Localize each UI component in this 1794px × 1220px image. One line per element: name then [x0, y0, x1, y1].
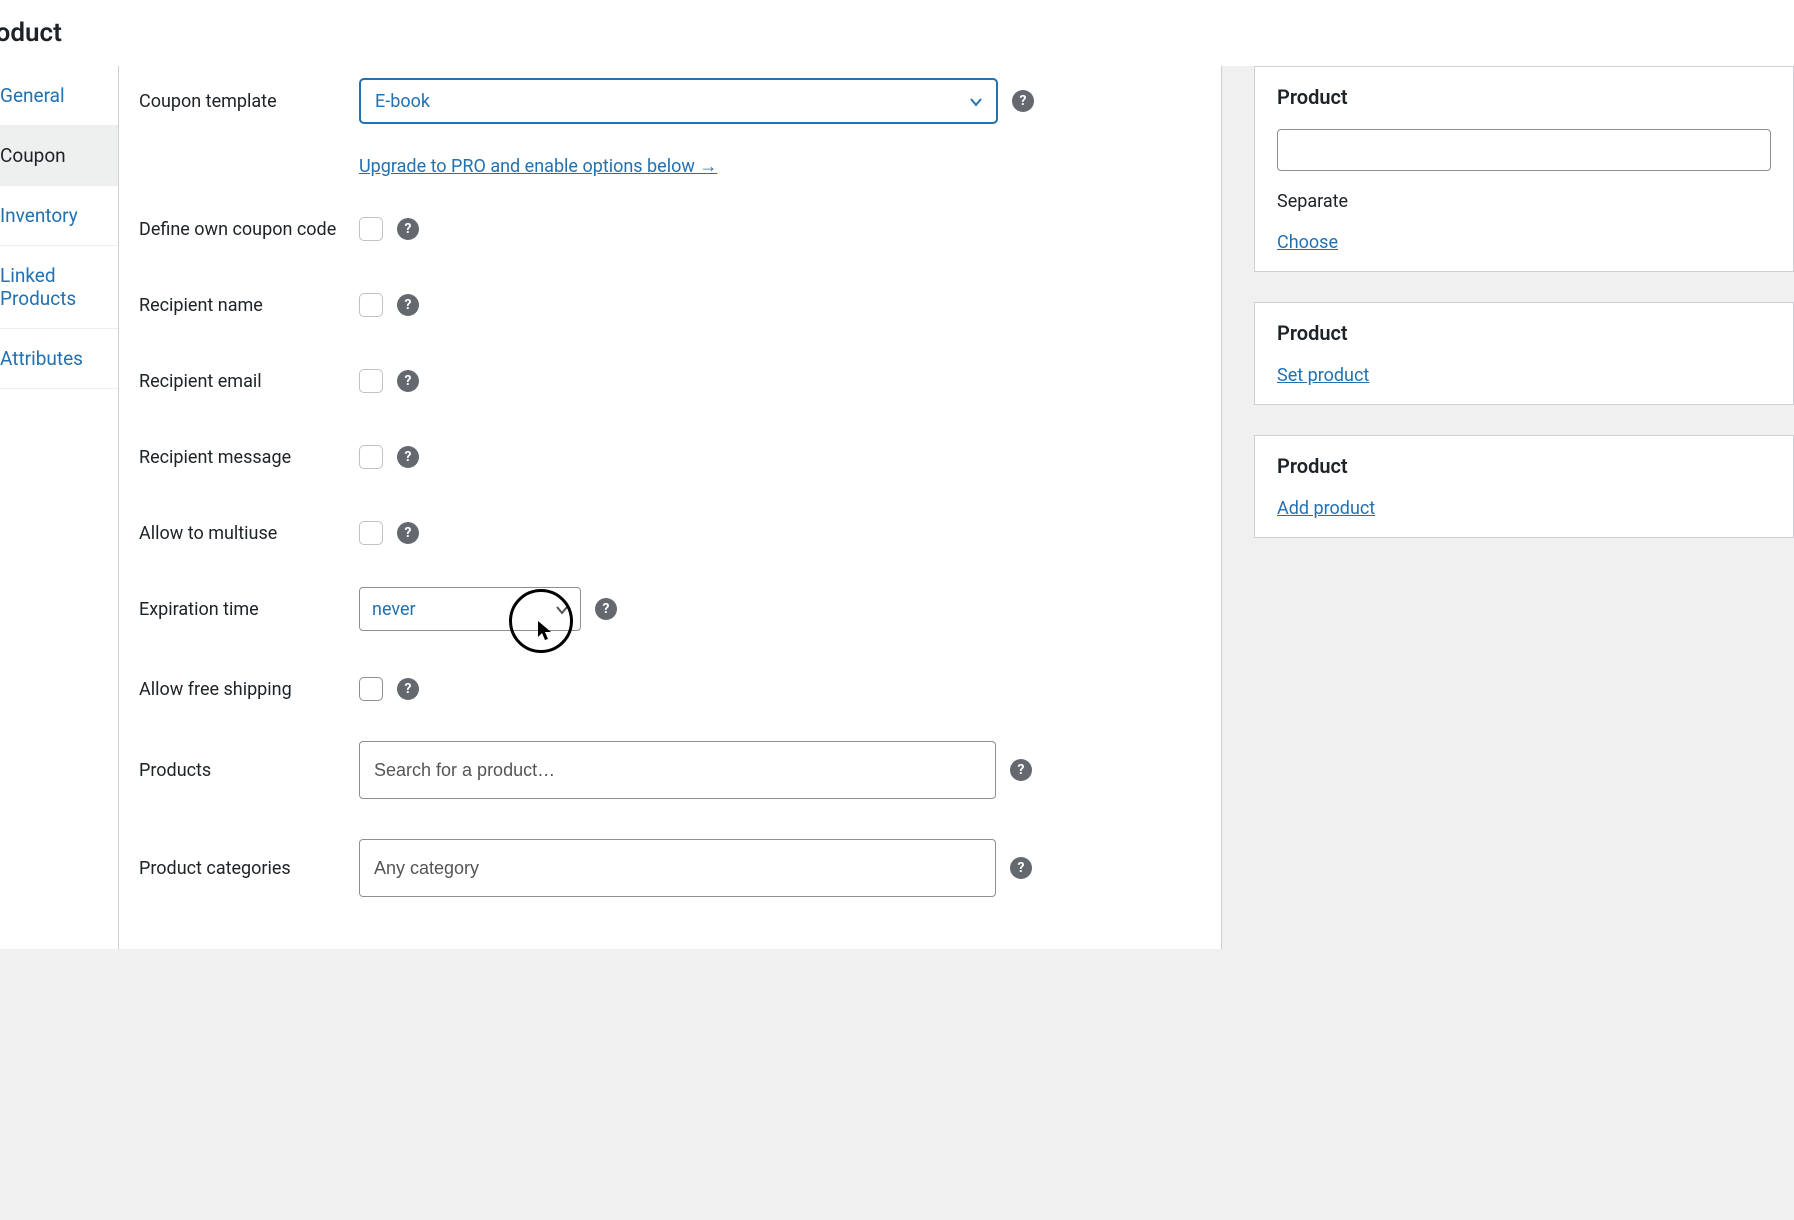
chevron-down-icon	[554, 602, 568, 616]
sidebar-item-linked-products[interactable]: Linked Products	[0, 246, 118, 329]
right-box-link[interactable]: Choose	[1277, 232, 1338, 253]
chevron-down-icon	[968, 94, 982, 108]
help-icon[interactable]: ?	[1010, 857, 1032, 879]
products-label: Products	[139, 760, 359, 781]
recipient-email-checkbox[interactable]	[359, 369, 383, 393]
help-icon[interactable]: ?	[397, 678, 419, 700]
define-own-checkbox[interactable]	[359, 217, 383, 241]
help-icon[interactable]: ?	[397, 522, 419, 544]
products-search-input[interactable]	[359, 741, 996, 799]
allow-free-shipping-label: Allow free shipping	[139, 679, 359, 700]
coupon-template-label: Coupon template	[139, 91, 359, 112]
expiration-time-value: never	[372, 599, 416, 620]
coupon-settings-panel: Coupon template E-book ? Upgrade to PRO …	[119, 66, 1222, 949]
right-box-image: Product Set product	[1254, 302, 1794, 405]
allow-multiuse-checkbox[interactable]	[359, 521, 383, 545]
recipient-message-label: Recipient message	[139, 447, 359, 468]
page-title: Product	[0, 0, 1794, 66]
help-icon[interactable]: ?	[1012, 90, 1034, 112]
sidebar-item-general[interactable]: General	[0, 66, 118, 126]
help-icon[interactable]: ?	[397, 218, 419, 240]
help-icon[interactable]: ?	[397, 446, 419, 468]
right-sidebar: Product Separate Choose Product Set prod…	[1254, 66, 1794, 949]
help-icon[interactable]: ?	[595, 598, 617, 620]
right-box-link[interactable]: Add product	[1277, 498, 1375, 519]
recipient-message-checkbox[interactable]	[359, 445, 383, 469]
right-box-title: Product	[1277, 321, 1771, 345]
allow-free-shipping-checkbox[interactable]	[359, 677, 383, 701]
sidebar-item-inventory[interactable]: Inventory	[0, 186, 118, 246]
sidebar-item-attributes[interactable]: Attributes	[0, 329, 118, 389]
main-layout: General Coupon Inventory Linked Products…	[0, 66, 1794, 949]
coupon-template-select[interactable]: E-book	[359, 78, 998, 124]
allow-multiuse-label: Allow to multiuse	[139, 523, 359, 544]
right-box-link[interactable]: Set product	[1277, 365, 1369, 386]
help-icon[interactable]: ?	[397, 294, 419, 316]
right-box-input[interactable]	[1277, 129, 1771, 171]
recipient-name-label: Recipient name	[139, 295, 359, 316]
right-box-title: Product	[1277, 85, 1771, 109]
recipient-name-checkbox[interactable]	[359, 293, 383, 317]
sidebar-item-coupon[interactable]: Coupon	[0, 126, 118, 186]
right-box-gallery: Product Add product	[1254, 435, 1794, 538]
product-data-tabs: General Coupon Inventory Linked Products…	[0, 66, 119, 949]
product-categories-input[interactable]	[359, 839, 996, 897]
expiration-time-select[interactable]: never	[359, 587, 581, 631]
upgrade-pro-link[interactable]: Upgrade to PRO and enable options below …	[359, 136, 717, 205]
right-box-hint: Separate	[1277, 191, 1771, 212]
define-own-label: Define own coupon code	[139, 219, 359, 240]
expiration-time-label: Expiration time	[139, 599, 359, 620]
help-icon[interactable]: ?	[397, 370, 419, 392]
right-box-title: Product	[1277, 454, 1771, 478]
right-box-tags: Product Separate Choose	[1254, 66, 1794, 272]
coupon-template-value: E-book	[375, 91, 430, 112]
help-icon[interactable]: ?	[1010, 759, 1032, 781]
product-categories-label: Product categories	[139, 858, 359, 879]
recipient-email-label: Recipient email	[139, 371, 359, 392]
